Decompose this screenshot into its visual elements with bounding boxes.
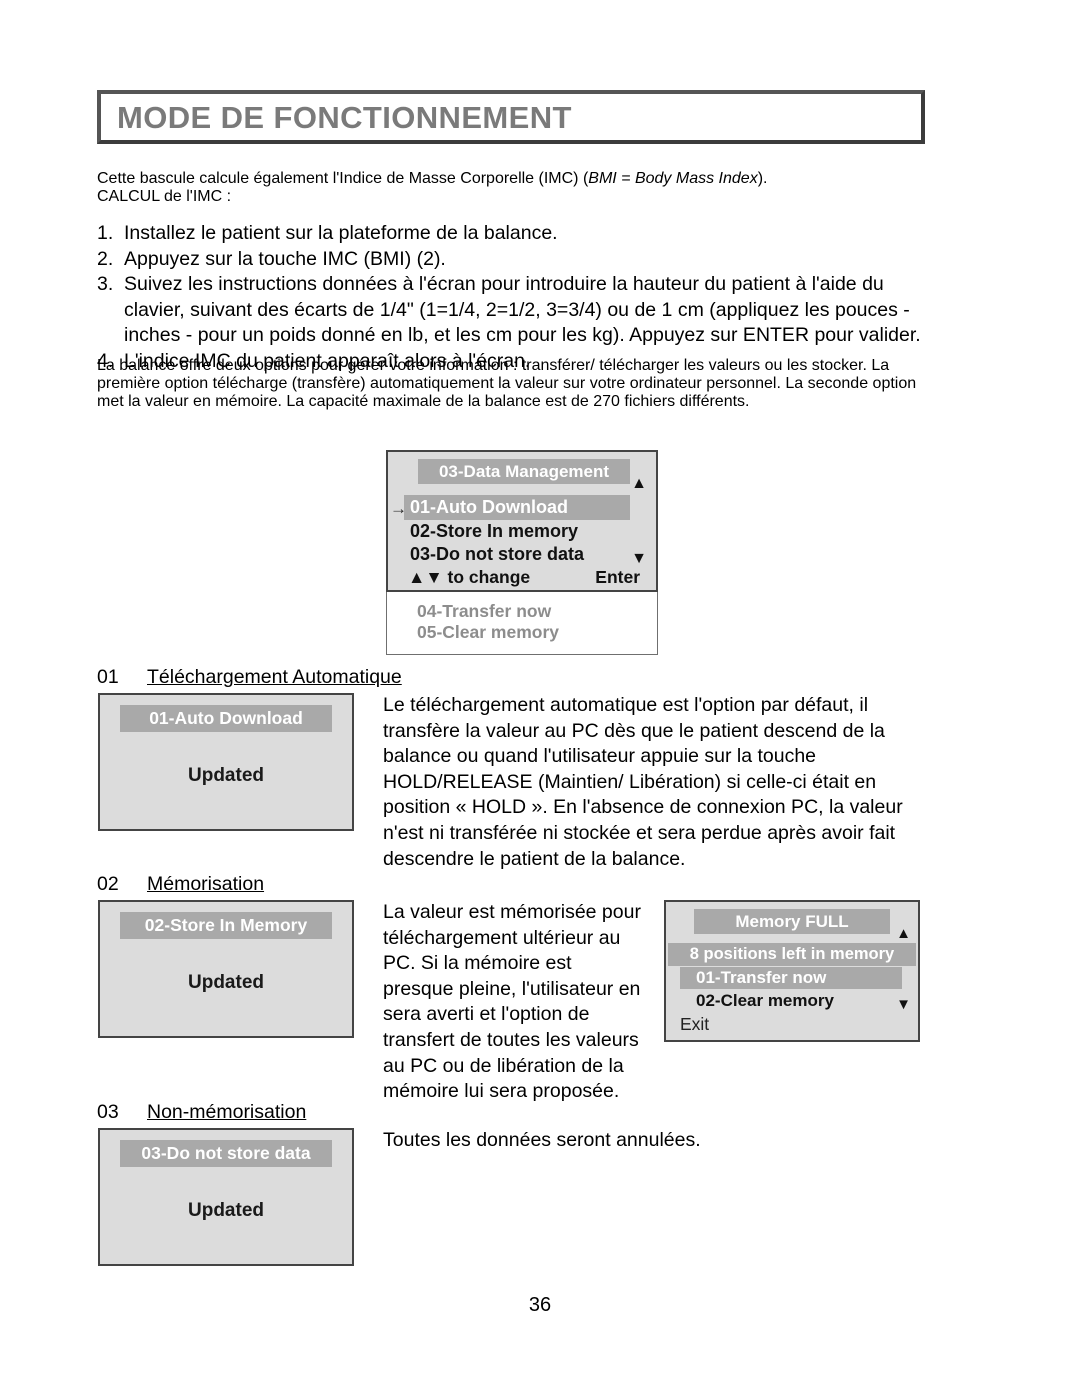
options-paragraph-text: La balance offre deux options pour gérer…: [97, 357, 917, 410]
data-management-title-bar: 03-Data Management: [418, 459, 630, 484]
store-in-memory-title-bar: 02-Store In Memory: [120, 912, 332, 939]
section-02-heading: 02 Mémorisation: [97, 872, 264, 897]
data-management-footer: ▲▼ to change Enter: [408, 566, 640, 588]
scroll-down-arrow-icon[interactable]: ▼: [896, 997, 911, 1012]
scroll-up-arrow-icon[interactable]: ▲: [631, 476, 647, 492]
page-title: MODE DE FONCTIONNEMENT: [117, 99, 572, 135]
enter-label[interactable]: Enter: [595, 566, 640, 588]
list-item-text: Appuyez sur la touche IMC (BMI) (2).: [124, 247, 446, 270]
list-item-number: 2.: [97, 247, 114, 270]
options-paragraph: La balance offre deux options pour gérer…: [97, 357, 935, 411]
section-03-description: Toutes les données seront annulées.: [383, 1129, 701, 1151]
menu-item-do-not-store-data[interactable]: 03-Do not store data: [410, 543, 584, 566]
menu-item-clear-memory[interactable]: 05-Clear memory: [417, 621, 559, 643]
store-in-memory-status: Updated: [188, 972, 264, 993]
section-01-label: Téléchargement Automatique: [147, 666, 402, 688]
menu-item-transfer-now[interactable]: 01-Transfer now: [680, 967, 902, 989]
section-03-number: 03: [97, 1101, 119, 1123]
change-hint-label: ▲▼ to change: [408, 567, 531, 587]
section-01-description: Le téléchargement automatique est l'opti…: [383, 694, 903, 870]
data-management-lcd-panel: 03-Data Management ▲ → 01-Auto Download …: [386, 450, 658, 655]
section-03-label: Non-mémorisation: [147, 1101, 307, 1123]
intro-line-1-a: Cette bascule calcule également l'Indice…: [97, 170, 589, 187]
list-item-number: 1.: [97, 222, 114, 244]
scroll-up-arrow-icon[interactable]: ▲: [896, 926, 911, 941]
do-not-store-data-status: Updated: [188, 1200, 264, 1221]
list-item: 3. Suivez les instructions données à l'é…: [97, 272, 947, 349]
intro-line-2: CALCUL de l'IMC :: [97, 188, 232, 205]
section-03-heading: 03 Non-mémorisation: [97, 1100, 306, 1125]
auto-download-title-bar: 01-Auto Download: [120, 705, 332, 732]
menu-item-auto-download[interactable]: 01-Auto Download: [404, 495, 630, 520]
memory-full-lcd-panel: Memory FULL ▲ 8 positions left in memory…: [664, 900, 920, 1042]
section-01-number: 01: [97, 666, 119, 688]
list-item-text: Suivez les instructions données à l'écra…: [124, 273, 921, 347]
list-item: 2. Appuyez sur la touche IMC (BMI) (2).: [97, 247, 947, 273]
intro-paragraph: Cette bascule calcule également l'Indice…: [97, 170, 935, 206]
section-02-number: 02: [97, 873, 119, 895]
do-not-store-data-title-bar: 03-Do not store data: [120, 1140, 332, 1167]
menu-item-clear-memory[interactable]: 02-Clear memory: [696, 990, 834, 1012]
intro-line-1: Cette bascule calcule également l'Indice…: [97, 170, 935, 188]
positions-left-banner: 8 positions left in memory: [668, 943, 916, 966]
exit-label[interactable]: Exit: [680, 1013, 709, 1035]
intro-line-1-italic: BMI = Body Mass Index: [588, 170, 758, 187]
menu-item-transfer-now[interactable]: 04-Transfer now: [417, 600, 551, 622]
auto-download-status: Updated: [188, 765, 264, 786]
data-management-screen: 03-Data Management ▲ → 01-Auto Download …: [386, 450, 658, 592]
document-page: MODE DE FONCTIONNEMENT Cette bascule cal…: [0, 0, 1080, 1397]
section-02-description: La valeur est mémorisée pour téléchargem…: [383, 901, 641, 1103]
list-item-number: 3.: [97, 273, 114, 296]
section-02-label: Mémorisation: [147, 873, 265, 895]
memory-full-title-bar: Memory FULL: [694, 909, 890, 934]
section-01-heading: 01 Téléchargement Automatique: [97, 665, 402, 690]
store-in-memory-lcd-panel: 02-Store In Memory Updated: [98, 900, 354, 1038]
intro-line-1-b: ).: [757, 170, 768, 187]
data-management-overflow-list: 04-Transfer now 05-Clear memory: [386, 592, 658, 655]
bmi-steps-list: 1. Installez le patient sur la plateform…: [97, 221, 947, 375]
list-item: 1. Installez le patient sur la plateform…: [97, 221, 947, 247]
section-header-box: MODE DE FONCTIONNEMENT: [97, 90, 925, 144]
do-not-store-data-lcd-panel: 03-Do not store data Updated: [98, 1128, 354, 1266]
list-item-text: Installez le patient sur la plateforme d…: [124, 222, 558, 244]
page-number: 36: [528, 1294, 552, 1316]
auto-download-lcd-panel: 01-Auto Download Updated: [98, 693, 354, 831]
menu-item-store-in-memory[interactable]: 02-Store In memory: [410, 520, 578, 543]
scroll-down-arrow-icon[interactable]: ▼: [631, 551, 647, 567]
